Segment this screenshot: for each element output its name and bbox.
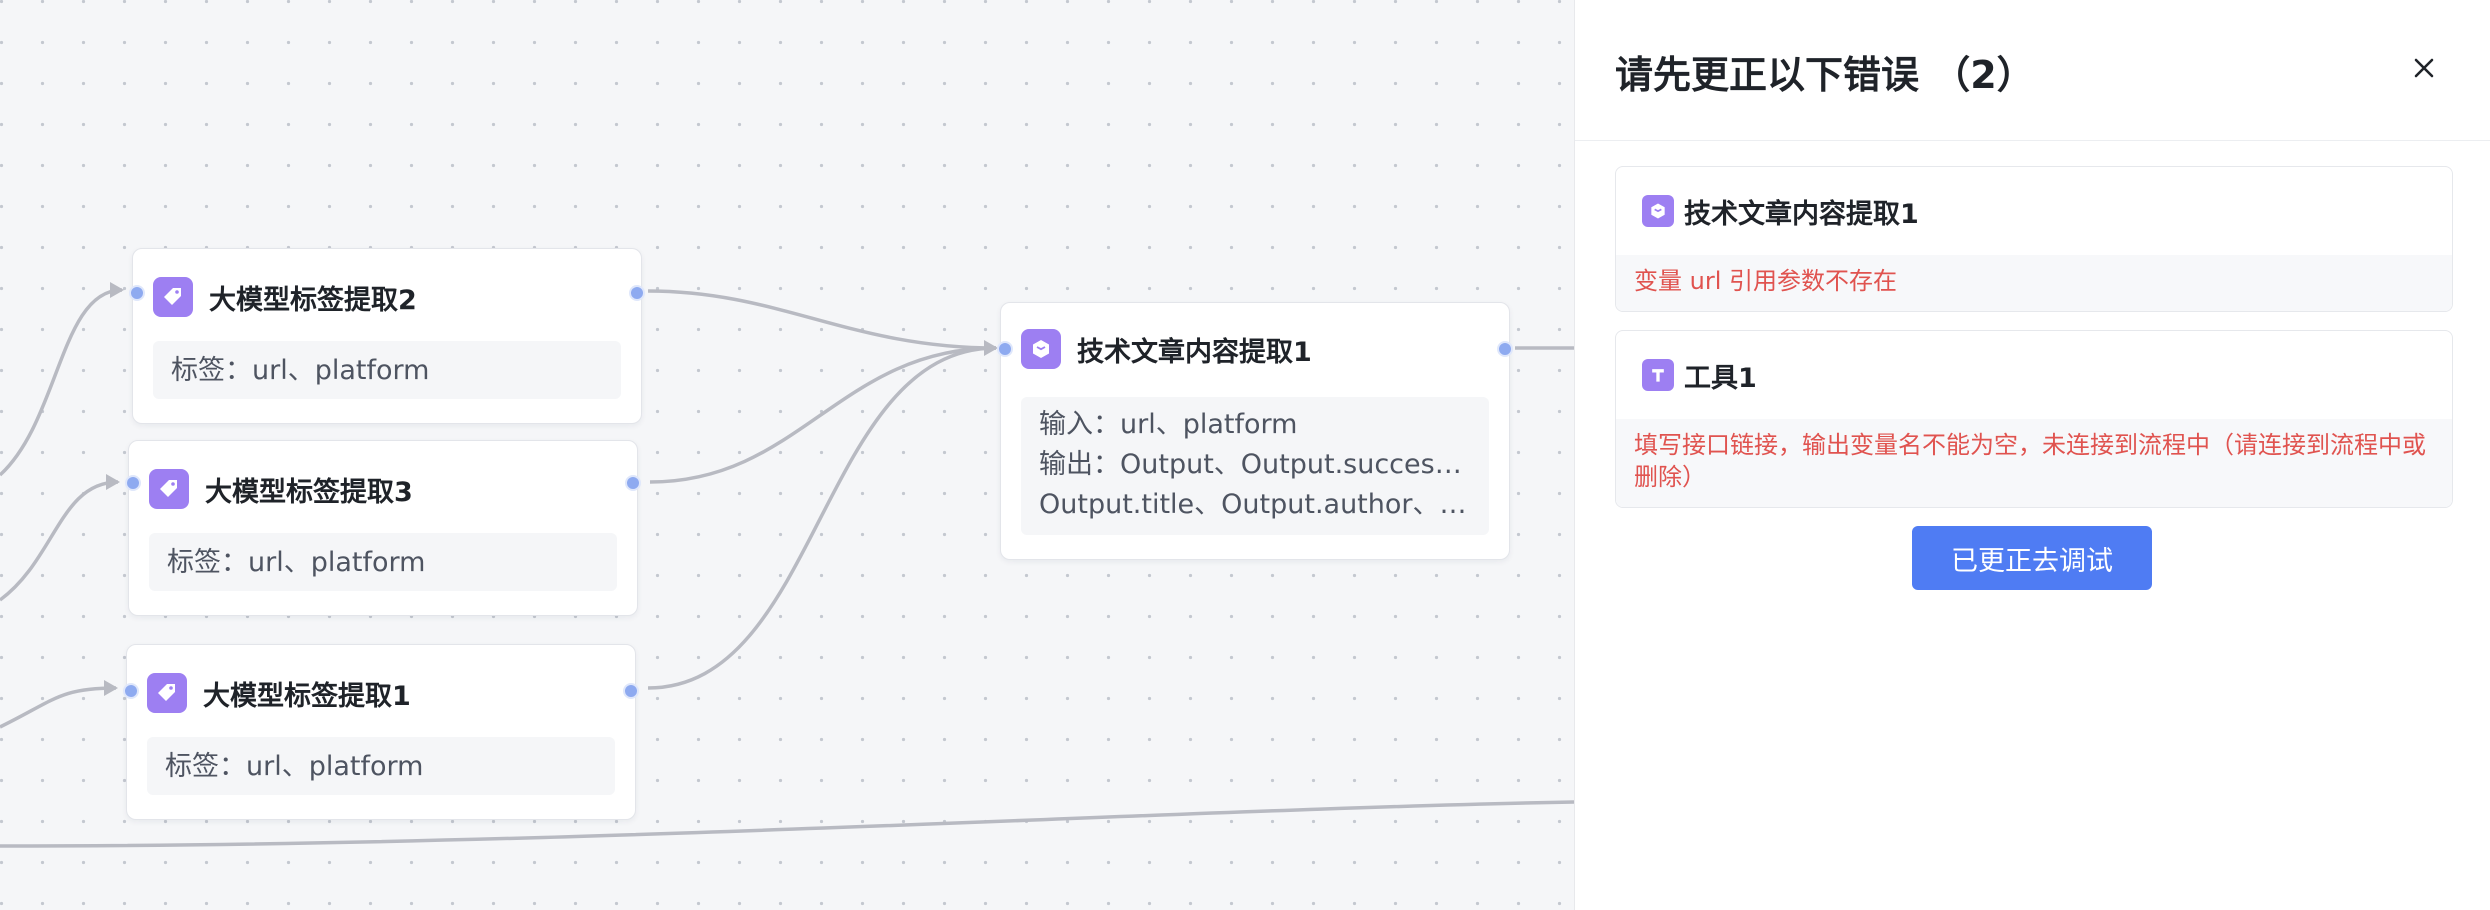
close-icon[interactable] (2408, 52, 2440, 84)
arrow-node1 (104, 680, 118, 696)
error-message: 填写接口链接，输出变量名不能为空，未连接到流程中（请连接到流程中或删除） (1616, 419, 2452, 507)
output-port[interactable] (623, 683, 639, 699)
tag-icon (149, 469, 189, 509)
error-panel-header: 请先更正以下错误 （2） (1575, 0, 2490, 141)
node-param-row: 标签：url、platform (171, 355, 430, 386)
error-item-article-extract[interactable]: 技术文章内容提取1 变量 url 引用参数不存在 (1615, 166, 2453, 312)
fixed-go-debug-button[interactable]: 已更正去调试 (1912, 526, 2152, 590)
node-title: 技术文章内容提取1 (1077, 336, 1312, 368)
tool-icon (1642, 359, 1674, 391)
edge-node1-to-article (647, 346, 997, 690)
error-message: 变量 url 引用参数不存在 (1616, 255, 2452, 311)
input-port[interactable] (129, 285, 145, 301)
node-param-row: 标签：url、platform (165, 751, 424, 782)
input-port[interactable] (125, 475, 141, 491)
node-title: 大模型标签提取2 (209, 284, 417, 316)
output-port[interactable] (629, 285, 645, 301)
edge-in-node1 (0, 686, 117, 729)
edge-in-node3 (0, 480, 119, 602)
tag-icon (153, 277, 193, 317)
error-item-title: 技术文章内容提取1 (1684, 198, 1919, 230)
tag-icon (147, 673, 187, 713)
node-title: 大模型标签提取3 (205, 476, 413, 508)
node-llm-tag-1[interactable]: 大模型标签提取1 标签：url、platform (123, 644, 639, 820)
node-article-extract-1[interactable]: 技术文章内容提取1 输入：url、platform 输出：Output、Outp… (997, 302, 1513, 560)
node-params: 输入：url、platform 输出：Output、Output.success… (1021, 397, 1489, 535)
node-llm-tag-2[interactable]: 大模型标签提取2 标签：url、platform (129, 248, 645, 424)
node-input-row: 输入：url、platform (1039, 409, 1298, 440)
error-panel: 请先更正以下错误 （2） 技术文章内容提取1 变量 url 引用参数不存在 工具… (1574, 0, 2490, 910)
arrow-article (984, 340, 998, 356)
error-item-tool1[interactable]: 工具1 填写接口链接，输出变量名不能为空，未连接到流程中（请连接到流程中或删除） (1615, 330, 2453, 508)
edge-in-node2 (0, 288, 123, 477)
node-params: 标签：url、platform (149, 533, 617, 591)
error-item-header: 工具1 (1616, 331, 2452, 419)
node-params: 标签：url、platform (153, 341, 621, 399)
cube-icon (1021, 329, 1061, 369)
edge-node2-to-article (647, 289, 997, 350)
node-title: 大模型标签提取1 (203, 680, 411, 712)
input-port[interactable] (123, 683, 139, 699)
error-item-title: 工具1 (1684, 362, 1757, 394)
cube-icon (1642, 195, 1674, 227)
node-param-row: 标签：url、platform (167, 547, 426, 578)
input-port[interactable] (997, 341, 1013, 357)
node-params: 标签：url、platform (147, 737, 615, 795)
error-panel-title: 请先更正以下错误 （2） (1615, 53, 2035, 97)
node-llm-tag-3[interactable]: 大模型标签提取3 标签：url、platform (125, 440, 641, 616)
node-output-row-cont: Output.title、Output.author、O... (1039, 489, 1471, 520)
arrow-node2 (110, 282, 124, 298)
arrow-node3 (106, 474, 120, 490)
output-port[interactable] (625, 475, 641, 491)
edge-node3-to-article (649, 346, 997, 484)
node-output-row: 输出：Output、Output.success、 (1039, 449, 1471, 480)
workflow-canvas[interactable]: 大模型标签提取2 标签：url、platform 大模型标签提取3 标签：url… (0, 0, 1574, 910)
error-item-header: 技术文章内容提取1 (1616, 167, 2452, 255)
output-port[interactable] (1497, 341, 1513, 357)
